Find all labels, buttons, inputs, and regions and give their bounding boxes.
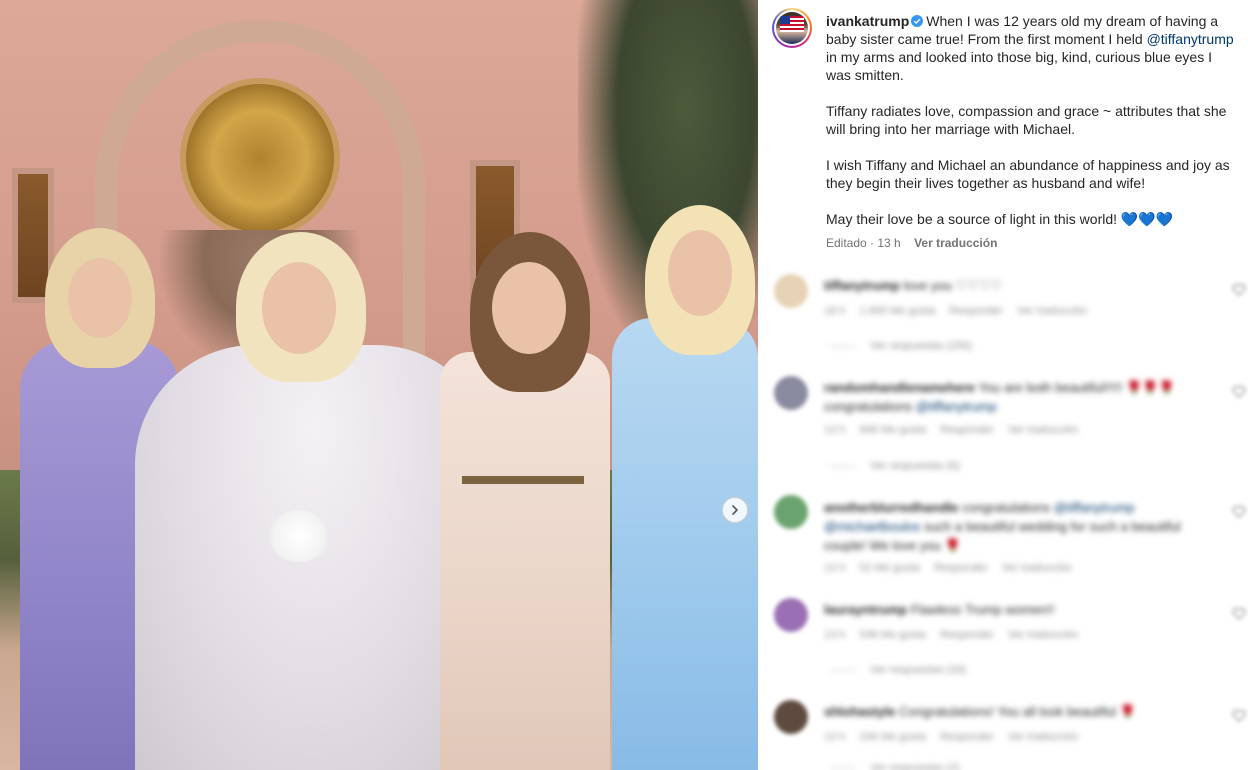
comment-actions: 13 h 246 Me gusta Responder Ver traducción <box>824 731 1092 743</box>
commenter-avatar[interactable] <box>774 274 808 308</box>
chevron-right-icon <box>732 505 738 515</box>
reply-button[interactable]: Responder <box>934 562 988 574</box>
view-replies-button[interactable]: Ver respuestas (2) <box>830 762 960 770</box>
comment-text: shlohastyle Congratulations! You all loo… <box>824 702 1224 721</box>
caption-mention-link[interactable]: @tiffanytrump <box>1147 31 1234 47</box>
photo-bouquet <box>268 510 330 562</box>
view-replies-button[interactable]: Ver respuestas (256) <box>830 340 972 352</box>
caption-paragraph-1b: in my arms and looked into those big, ki… <box>826 49 1212 83</box>
comment-time: 13 h <box>824 424 846 436</box>
heart-icon[interactable] <box>1232 284 1246 296</box>
comment-body: Congratulations! You all look beautiful … <box>899 704 1136 719</box>
view-replies-label: Ver respuestas (2) <box>870 762 960 770</box>
view-replies-label: Ver respuestas (33) <box>870 664 966 676</box>
heart-icon[interactable] <box>1232 506 1246 518</box>
comment-likes[interactable]: 848 Me gusta <box>859 424 926 436</box>
photo-ornamental-window <box>180 78 340 238</box>
view-replies-label: Ver respuestas (6) <box>870 460 960 472</box>
commenter-username[interactable]: randomhandlenamehere <box>824 380 975 395</box>
comment-mention[interactable]: @tiffanytrump <box>1054 500 1135 515</box>
comment-actions: 13 h 848 Me gusta Responder Ver traducción <box>824 424 1092 436</box>
heart-icon[interactable] <box>1232 710 1246 722</box>
view-replies-label: Ver respuestas (256) <box>870 340 973 352</box>
edited-timestamp: Editado · 13 h <box>826 236 901 250</box>
heart-icon[interactable] <box>1232 386 1246 398</box>
comment-actions: 13 h 548 Me gusta Responder Ver traducción <box>824 629 1092 641</box>
comment-translate-link[interactable]: Ver traducción <box>1002 562 1072 574</box>
flag-image <box>780 16 804 32</box>
post-side-panel: ivankatrump When I was 12 years old my dr… <box>758 0 1248 770</box>
commenter-username[interactable]: tiffanytrump <box>824 278 900 293</box>
caption-paragraph-2: Tiffany radiates love, compassion and gr… <box>826 103 1227 137</box>
view-replies-button[interactable]: Ver respuestas (33) <box>830 664 966 676</box>
comment-text: anotherblurredhandle congratulations @ti… <box>824 498 1224 555</box>
comment-body: Flawless Trump women!! <box>910 602 1055 617</box>
reply-button[interactable]: Responder <box>940 731 994 743</box>
comment-translate-link[interactable]: Ver traducción <box>1008 731 1078 743</box>
comment-translate-link[interactable]: Ver traducción <box>1008 629 1078 641</box>
commenter-avatar[interactable] <box>774 700 808 734</box>
comment-actions: 18 h 1.665 Me gusta Responder Ver traducció… <box>824 305 1101 317</box>
next-photo-button[interactable] <box>722 497 748 523</box>
comment-mention[interactable]: @michaelboulos <box>824 519 920 534</box>
comment-body: love you ♡♡♡♡ <box>903 278 1003 293</box>
author-avatar[interactable] <box>772 8 812 48</box>
comment-text: tiffanytrump love you ♡♡♡♡ <box>824 276 1224 295</box>
comment-body: congratulations <box>961 500 1051 515</box>
commenter-avatar[interactable] <box>774 376 808 410</box>
comment-translate-link[interactable]: Ver traducción <box>1017 305 1087 317</box>
comment-text: laurayntrump Flawless Trump women!! <box>824 600 1224 619</box>
commenter-avatar[interactable] <box>774 598 808 632</box>
caption-paragraph-3: I wish Tiffany and Michael an abundance … <box>826 157 1230 191</box>
view-replies-button[interactable]: Ver respuestas (6) <box>830 460 960 472</box>
verified-badge-icon <box>911 15 924 27</box>
comment-time: 13 h <box>824 629 846 641</box>
caption-paragraph-4: May their love be a source of light in t… <box>826 211 1174 227</box>
reply-button[interactable]: Responder <box>940 424 994 436</box>
comment-likes[interactable]: 548 Me gusta <box>859 629 926 641</box>
comment-text: randomhandlenamehere You are both beauti… <box>824 378 1224 416</box>
reply-button[interactable]: Responder <box>949 305 1003 317</box>
commenter-username[interactable]: anotherblurredhandle <box>824 500 958 515</box>
comment-likes[interactable]: 1.665 Me gusta <box>859 305 935 317</box>
comment-translate-link[interactable]: Ver traducción <box>1008 424 1078 436</box>
reply-button[interactable]: Responder <box>940 629 994 641</box>
comment-time: 13 h <box>824 731 846 743</box>
commenter-username[interactable]: shlohastyle <box>824 704 896 719</box>
comment-actions: 13 h 52 Me gusta Responder Ver traducción <box>824 562 1086 574</box>
author-username[interactable]: ivankatrump <box>826 13 909 29</box>
see-translation-link[interactable]: Ver traducción <box>914 236 997 250</box>
post-caption: ivankatrump When I was 12 years old my dr… <box>826 12 1236 228</box>
comment-likes[interactable]: 52 Me gusta <box>859 562 920 574</box>
comment-time: 13 h <box>824 562 846 574</box>
commenter-avatar[interactable] <box>774 495 808 529</box>
post-meta: Editado · 13 h Ver traducción <box>826 236 997 250</box>
comment-time: 18 h <box>824 305 846 317</box>
post-photo[interactable] <box>0 0 758 770</box>
heart-icon[interactable] <box>1232 608 1246 620</box>
comment-likes[interactable]: 246 Me gusta <box>859 731 926 743</box>
commenter-username[interactable]: laurayntrump <box>824 602 907 617</box>
comment-mention[interactable]: @tiffanytrump <box>916 399 997 414</box>
